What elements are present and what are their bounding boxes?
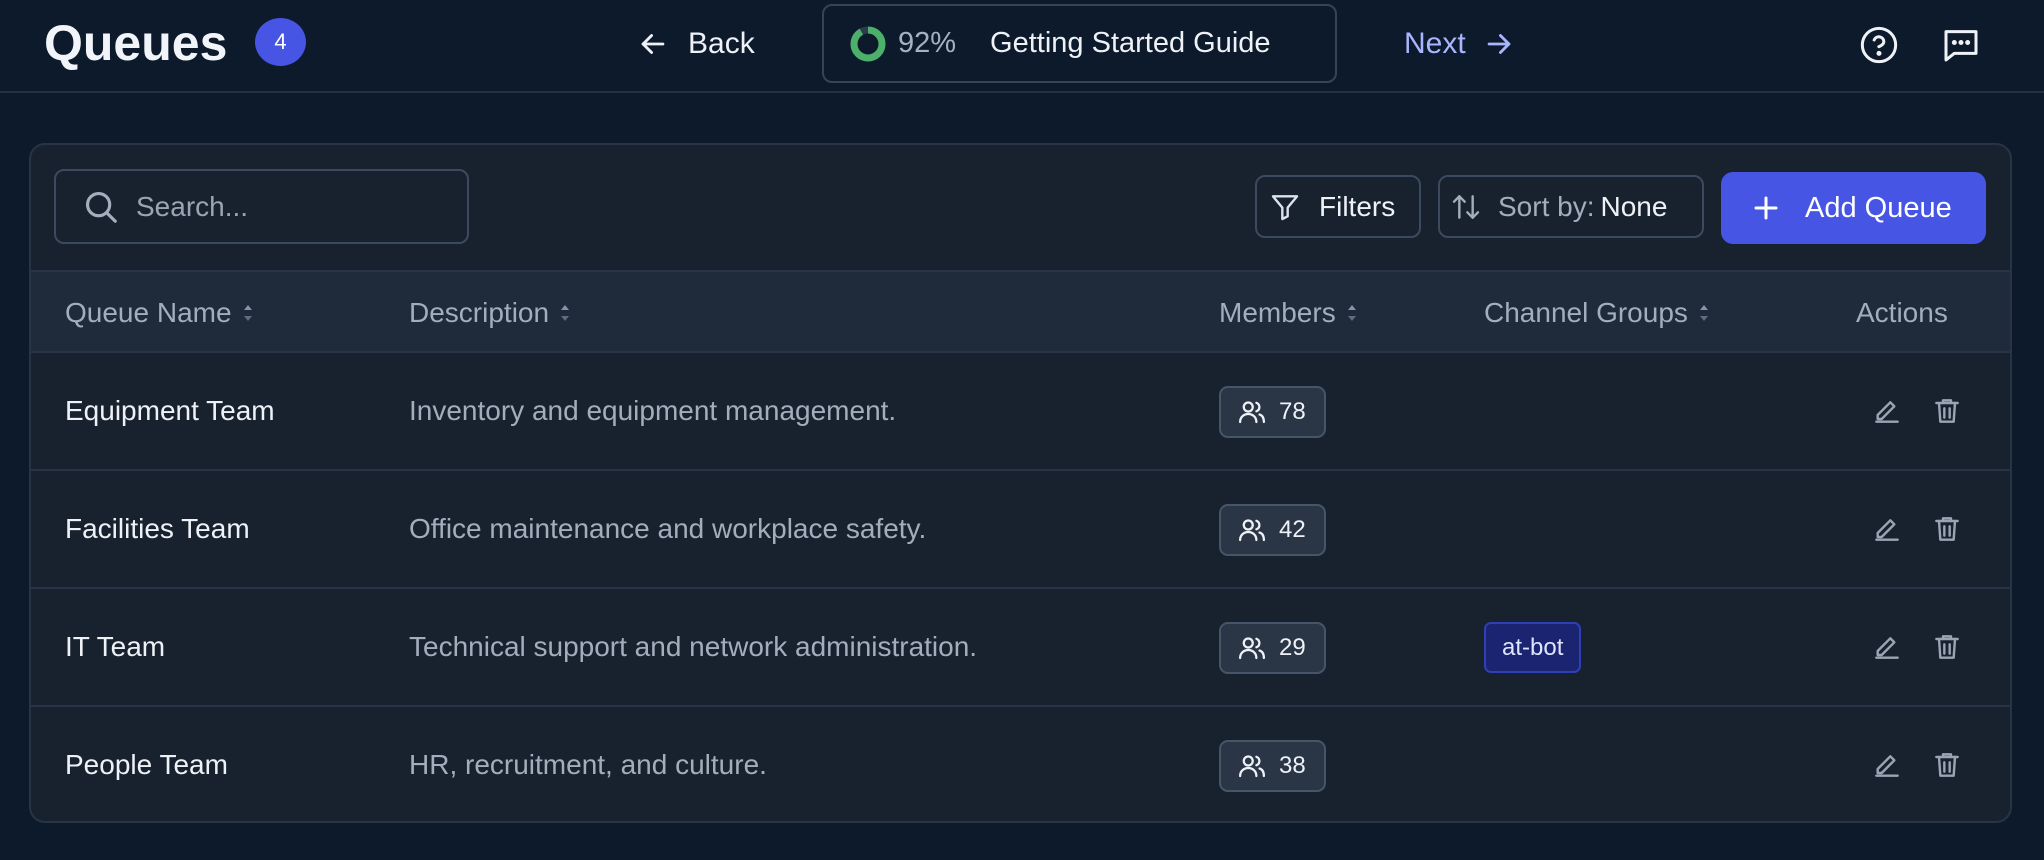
next-button-label: Next: [1404, 27, 1466, 60]
queue-name[interactable]: IT Team: [65, 589, 165, 705]
sort-value: None: [1600, 190, 1668, 222]
column-label: Queue Name: [65, 296, 232, 328]
queue-description: Office maintenance and workplace safety.: [409, 513, 927, 544]
users-icon: [1239, 637, 1265, 660]
pencil-icon[interactable]: [1871, 395, 1903, 427]
trash-icon[interactable]: [1931, 749, 1963, 781]
members-count-badge[interactable]: 78: [1219, 386, 1326, 438]
queue-name[interactable]: Equipment Team: [65, 353, 275, 469]
members-count-badge[interactable]: 29: [1219, 622, 1326, 674]
toolbar: Filters Sort by:None Add Queue: [31, 145, 2010, 270]
column-header-queue-name[interactable]: Queue Name: [65, 272, 254, 353]
members-count: 78: [1279, 398, 1306, 425]
top-header: Queues 4 Back 92% Getting Started Guide …: [0, 0, 2044, 93]
arrow-right-icon: [1487, 34, 1511, 54]
page-title: Queues: [44, 15, 228, 71]
add-queue-label: Add Queue: [1805, 191, 1952, 224]
sort-button[interactable]: Sort by: None: [1438, 175, 1704, 238]
sort-caret-icon: [243, 304, 252, 321]
sort-prefix: Sort by:: [1498, 190, 1595, 222]
trash-icon[interactable]: [1931, 395, 1963, 427]
sort-caret-icon: [561, 304, 570, 321]
help-circle-icon[interactable]: [1859, 25, 1899, 65]
column-label: Description: [409, 296, 550, 328]
table-row[interactable]: People Team HR, recruitment, and culture…: [31, 707, 2010, 821]
users-icon: [1239, 401, 1265, 424]
table-header: Queue Name Description Members Channel G…: [31, 270, 2010, 353]
add-queue-button[interactable]: Add Queue: [1721, 172, 1986, 244]
column-header-members[interactable]: Members: [1219, 272, 1358, 353]
queue-count-badge: 4: [255, 18, 306, 66]
pencil-icon[interactable]: [1871, 749, 1903, 781]
filter-icon: [1271, 194, 1299, 220]
table-row[interactable]: Equipment Team Inventory and equipment m…: [31, 353, 2010, 471]
queue-description: HR, recruitment, and culture.: [409, 749, 767, 780]
back-button-label: Back: [688, 27, 755, 60]
progress-ring: [850, 26, 886, 61]
sort-caret-icon: [1699, 304, 1708, 321]
column-header-channel-groups[interactable]: Channel Groups: [1484, 272, 1710, 353]
column-label: Actions: [1856, 296, 1948, 328]
members-count-badge[interactable]: 38: [1219, 740, 1326, 792]
search-box[interactable]: [54, 169, 469, 244]
guide-title: Getting Started Guide: [990, 27, 1271, 59]
users-icon: [1239, 755, 1265, 778]
table-body: Equipment Team Inventory and equipment m…: [31, 353, 2010, 821]
trash-icon[interactable]: [1931, 513, 1963, 545]
queue-description: Technical support and network administra…: [409, 631, 978, 662]
members-count: 38: [1279, 752, 1306, 779]
queues-panel: Filters Sort by:None Add Queue Queue Nam…: [29, 143, 2012, 823]
pencil-icon[interactable]: [1871, 631, 1903, 663]
channel-group-tag[interactable]: at-bot: [1484, 622, 1582, 673]
back-button[interactable]: Back: [636, 20, 755, 68]
trash-icon[interactable]: [1931, 631, 1963, 663]
members-count: 29: [1279, 634, 1306, 661]
chat-icon[interactable]: [1941, 25, 1981, 65]
table-row[interactable]: IT Team Technical support and network ad…: [31, 589, 2010, 707]
queue-description: Inventory and equipment management.: [409, 395, 897, 426]
members-count: 42: [1279, 516, 1306, 543]
arrow-left-icon: [641, 34, 665, 54]
column-header-description[interactable]: Description: [409, 272, 571, 353]
filters-button[interactable]: Filters: [1255, 175, 1421, 238]
sort-caret-icon: [1347, 304, 1356, 321]
queue-name[interactable]: People Team: [65, 707, 228, 821]
search-icon: [85, 191, 117, 223]
queue-name[interactable]: Facilities Team: [65, 471, 250, 587]
sort-icon: [1452, 194, 1480, 219]
plus-icon: [1754, 196, 1778, 220]
guide-progress-percent: 92%: [898, 27, 957, 59]
members-count-badge[interactable]: 42: [1219, 504, 1326, 556]
column-header-actions: Actions: [1856, 272, 1948, 353]
users-icon: [1239, 519, 1265, 542]
pencil-icon[interactable]: [1871, 513, 1903, 545]
getting-started-guide[interactable]: 92% Getting Started Guide: [822, 4, 1337, 83]
filters-label: Filters: [1319, 190, 1396, 222]
search-input[interactable]: [136, 190, 456, 223]
column-label: Channel Groups: [1484, 296, 1688, 328]
next-button[interactable]: Next: [1404, 20, 1516, 68]
column-label: Members: [1219, 296, 1336, 328]
table-row[interactable]: Facilities Team Office maintenance and w…: [31, 471, 2010, 589]
